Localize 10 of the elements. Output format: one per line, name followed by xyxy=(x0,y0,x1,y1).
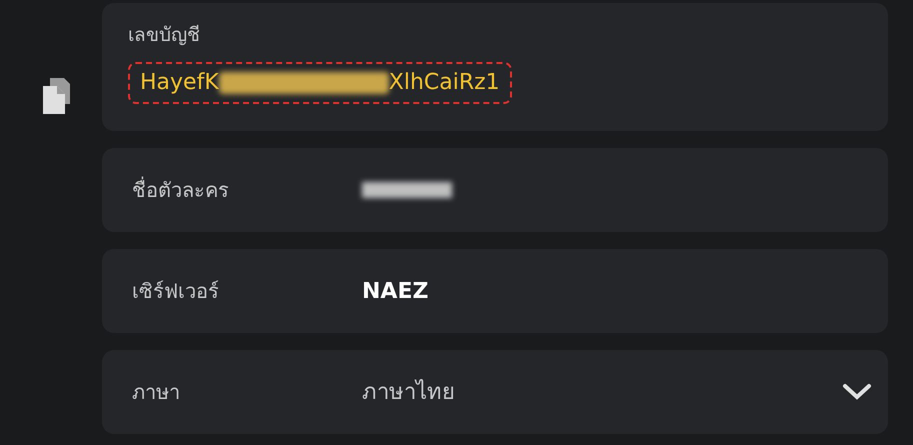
row-value: NAEZ xyxy=(362,278,430,306)
chevron-down-icon xyxy=(842,383,872,401)
row-label: ชื่อตัวละคร xyxy=(132,176,230,204)
account-id: HayefK XlhCaiRz1 xyxy=(128,62,512,104)
row-label: เซิร์ฟเวอร์ xyxy=(132,278,220,305)
row-label: ภาษา xyxy=(132,379,181,406)
row-value: ภาษาไทย xyxy=(362,378,456,406)
language-dropdown[interactable]: ภาษา ภาษาไทย xyxy=(102,350,888,434)
account-label: เลขบัญชี xyxy=(128,23,201,48)
copy-icon[interactable] xyxy=(43,78,73,114)
